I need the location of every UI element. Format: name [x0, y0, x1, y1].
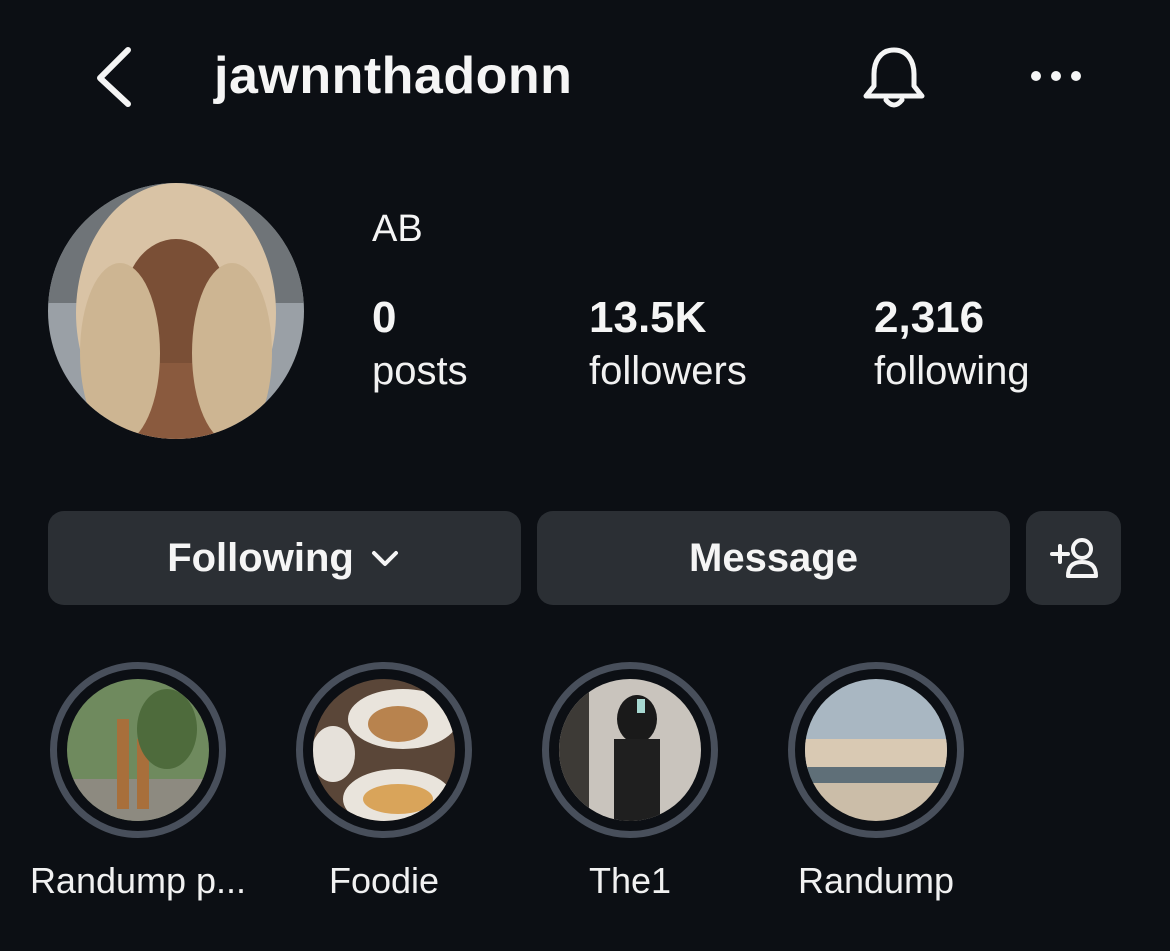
highlight-ring	[542, 662, 718, 838]
highlight-item[interactable]: Foodie	[289, 662, 479, 901]
profile-avatar[interactable]	[48, 183, 304, 439]
more-options-button[interactable]	[1024, 56, 1088, 96]
followers-stat[interactable]: 13.5K followers	[589, 290, 747, 396]
following-stat[interactable]: 2,316 following	[874, 290, 1030, 396]
following-label: following	[874, 349, 1030, 393]
posts-label: posts	[372, 349, 468, 393]
top-bar: jawnnthadonn	[0, 0, 1170, 150]
highlight-label: The1	[588, 860, 672, 901]
suggest-people-button[interactable]	[1026, 511, 1121, 605]
following-button-label: Following	[167, 535, 354, 580]
chevron-left-icon	[97, 47, 131, 107]
highlight-label: Foodie	[328, 860, 440, 901]
highlight-item[interactable]: Randump p...	[30, 662, 246, 901]
highlight-cover	[805, 679, 947, 821]
bell-icon	[863, 47, 925, 108]
message-button[interactable]: Message	[537, 511, 1010, 605]
ellipsis-icon	[1031, 71, 1081, 81]
back-button[interactable]	[92, 44, 140, 108]
highlight-ring	[296, 662, 472, 838]
highlight-cover	[67, 679, 209, 821]
highlight-ring	[50, 662, 226, 838]
highlight-cover	[313, 679, 455, 821]
chevron-down-icon	[371, 551, 398, 566]
notifications-button[interactable]	[858, 42, 930, 114]
highlight-item[interactable]: Randump	[781, 662, 971, 901]
add-user-icon	[1049, 538, 1098, 578]
following-count: 2,316	[874, 293, 985, 342]
profile-username: jawnnthadonn	[214, 47, 573, 105]
highlight-label: Randump p...	[29, 860, 247, 901]
highlight-item[interactable]: The1	[535, 662, 725, 901]
display-name: AB	[372, 208, 423, 250]
posts-stat[interactable]: 0 posts	[372, 290, 468, 396]
message-button-label: Message	[689, 535, 858, 580]
posts-count: 0	[372, 293, 397, 342]
followers-count: 13.5K	[589, 293, 707, 342]
highlight-label: Randump	[797, 860, 955, 901]
highlight-ring	[788, 662, 964, 838]
highlight-cover	[559, 679, 701, 821]
avatar-photo	[48, 183, 304, 439]
following-button[interactable]: Following	[48, 511, 521, 605]
followers-label: followers	[589, 349, 747, 393]
